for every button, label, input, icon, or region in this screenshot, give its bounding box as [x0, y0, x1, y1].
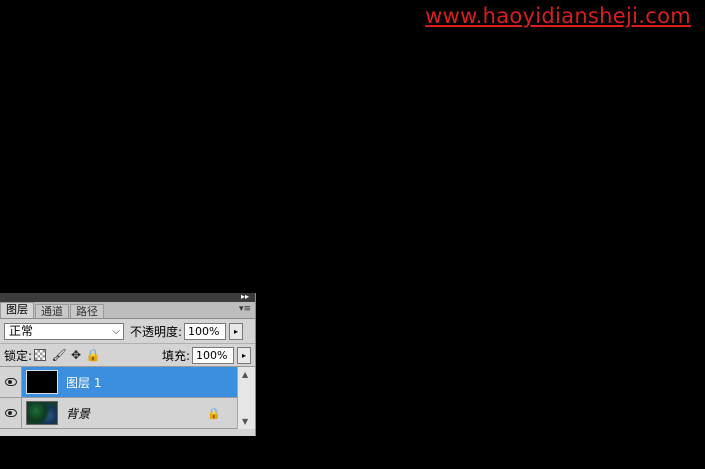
lock-label: 锁定: — [4, 348, 33, 363]
layer-row-layer1[interactable]: 图层 1 — [0, 367, 255, 398]
layers-list: 图层 1 背景 🔒 ▲ ▼ — [0, 367, 255, 429]
eye-icon — [4, 409, 17, 417]
scroll-up-icon[interactable]: ▲ — [242, 370, 248, 379]
layer-row-background[interactable]: 背景 🔒 — [0, 398, 255, 429]
move-icon[interactable]: ✥ — [69, 348, 83, 362]
lock-fill-row: 锁定: 🖌 ✥ 🔒 填充: 100% ▸ — [0, 344, 255, 367]
blend-opacity-row: 正常 ⌵ 不透明度: 100% ▸ — [0, 319, 255, 344]
layers-panel: ▸▸ 图层 通道 路径 ▾≡ 正常 ⌵ 不透明度: 100% ▸ 锁定: 🖌 ✥… — [0, 292, 256, 436]
layer-thumbnail — [26, 370, 58, 394]
lock-transparent-icon[interactable] — [34, 349, 47, 361]
layer-name: 背景 — [66, 406, 91, 421]
panel-tabs: 图层 通道 路径 ▾≡ — [0, 302, 255, 319]
opacity-slider-button[interactable]: ▸ — [229, 322, 244, 340]
blend-mode-value: 正常 — [9, 323, 34, 338]
layer-thumbnail — [26, 401, 58, 425]
layer-lock-icon: 🔒 — [207, 407, 221, 420]
eye-icon — [4, 378, 17, 386]
tab-layers[interactable]: 图层 — [0, 302, 34, 318]
layer-body[interactable]: 图层 1 — [22, 367, 255, 397]
tab-channels[interactable]: 通道 — [35, 304, 69, 318]
panel-menu-icon[interactable]: ▾≡ — [239, 304, 251, 314]
layers-scrollbar[interactable]: ▲ ▼ — [237, 367, 255, 429]
opacity-input[interactable]: 100% — [184, 322, 227, 340]
fill-input[interactable]: 100% — [192, 346, 234, 364]
lock-icon[interactable]: 🔒 — [86, 348, 101, 362]
panel-title-bar: ▸▸ — [0, 292, 255, 302]
fill-label: 填充: — [161, 348, 190, 363]
chevron-down-icon: ⌵ — [112, 325, 120, 337]
layer-name: 图层 1 — [66, 375, 102, 390]
watermark-link: www.haoyidiansheji.com — [425, 4, 691, 28]
opacity-label: 不透明度: — [130, 324, 183, 339]
blend-mode-select[interactable]: 正常 ⌵ — [4, 322, 124, 340]
double-chevron-right-icon[interactable]: ▸▸ — [241, 292, 249, 302]
brush-icon[interactable]: 🖌 — [51, 348, 66, 362]
visibility-toggle[interactable] — [0, 367, 22, 397]
tab-paths[interactable]: 路径 — [70, 304, 104, 318]
scroll-down-icon[interactable]: ▼ — [242, 417, 248, 426]
fill-slider-button[interactable]: ▸ — [237, 346, 251, 364]
visibility-toggle[interactable] — [0, 398, 22, 428]
